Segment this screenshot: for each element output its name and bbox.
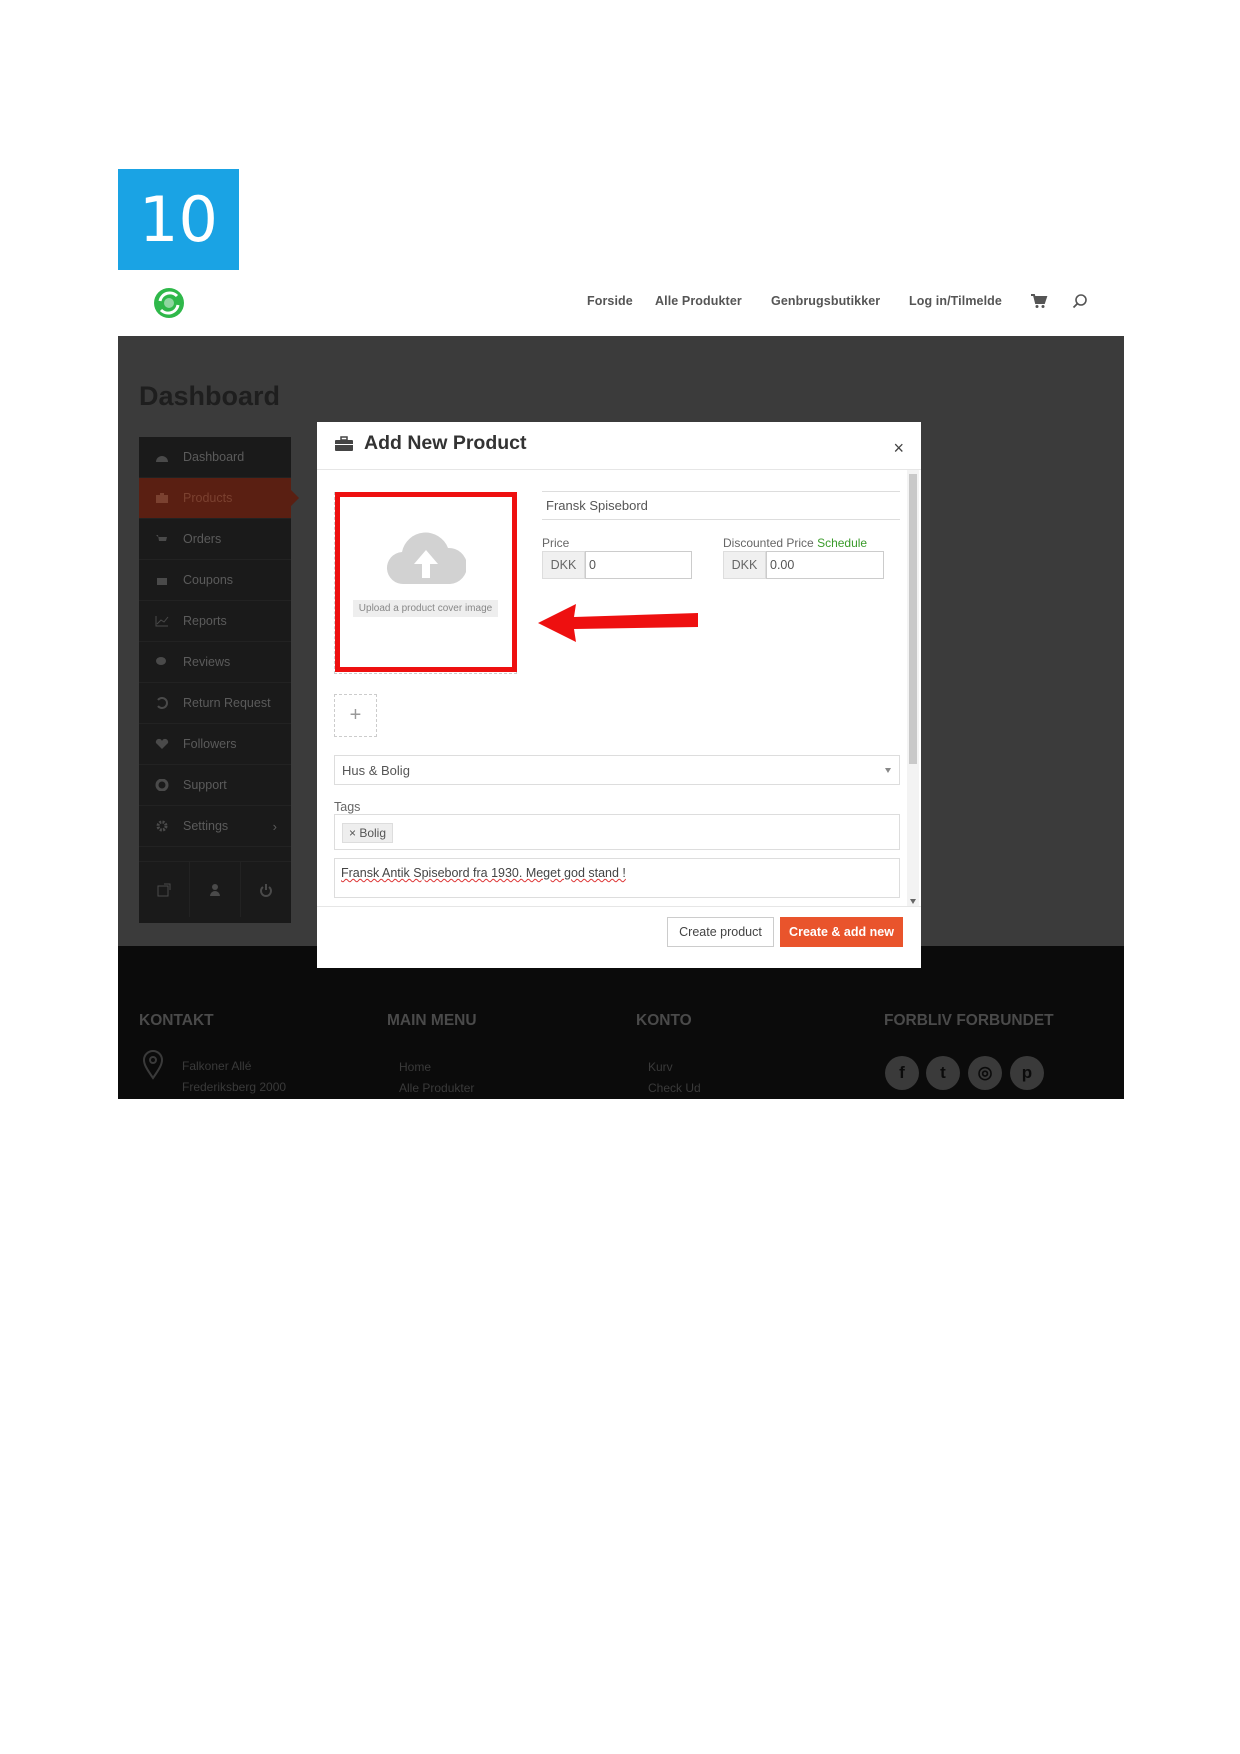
location-pin-icon xyxy=(142,1050,164,1080)
sidebar-item-label: Reports xyxy=(183,614,227,628)
screenshot: Forside Alle Produkter Genbrugsbutikker … xyxy=(118,276,1124,1099)
user-icon[interactable] xyxy=(190,862,241,917)
page: 10 Forside Alle Produkter Genbrugsbutikk… xyxy=(0,0,1240,1754)
site-header: Forside Alle Produkter Genbrugsbutikker … xyxy=(118,276,1124,336)
footer-title-kontakt: KONTAKT xyxy=(139,1012,214,1029)
scrollbar-thumb[interactable] xyxy=(909,474,917,764)
sidebar-item-label: Coupons xyxy=(183,573,234,587)
sidebar-item-support[interactable]: Support xyxy=(139,765,291,806)
search-icon[interactable] xyxy=(1071,292,1089,310)
close-icon[interactable]: × xyxy=(893,438,904,459)
facebook-icon[interactable]: f xyxy=(885,1056,919,1090)
caret-down-icon xyxy=(885,768,891,773)
gear-icon xyxy=(154,820,170,833)
category-selected-value: Hus & Bolig xyxy=(342,763,410,778)
footer-link-alle-produkter[interactable]: Alle Produkter xyxy=(399,1081,474,1095)
footer-address-line-2: Frederiksberg 2000 xyxy=(182,1080,287,1094)
annotation-arrow xyxy=(538,604,698,642)
sidebar-item-label: Reviews xyxy=(183,655,231,669)
modal-footer: Create product Create & add new xyxy=(317,906,921,968)
sidebar-item-orders[interactable]: Orders xyxy=(139,519,291,560)
sidebar-item-label: Settings xyxy=(183,819,229,833)
instagram-icon[interactable]: ◎ xyxy=(968,1056,1002,1090)
heart-icon xyxy=(154,738,170,751)
footer-title-main-menu: MAIN MENU xyxy=(387,1012,477,1029)
sidebar-item-products[interactable]: Products xyxy=(139,478,299,519)
category-select[interactable]: Hus & Bolig xyxy=(334,755,900,785)
dashboard-icon xyxy=(154,451,170,464)
sidebar-item-label: Orders xyxy=(183,532,222,546)
footer-address-line-1: Falkoner Allé xyxy=(182,1059,252,1073)
footer-title-forbliv: FORBLIV FORBUNDET xyxy=(884,1012,1054,1029)
pinterest-icon[interactable]: p xyxy=(1010,1056,1044,1090)
page-title: Dashboard xyxy=(139,381,281,411)
twitter-icon[interactable]: t xyxy=(926,1056,960,1090)
tags-label: Tags xyxy=(334,800,361,814)
nav-genbrugsbutikker[interactable]: Genbrugsbutikker xyxy=(771,294,880,308)
sidebar-item-label: Followers xyxy=(183,737,237,751)
sidebar-item-reports[interactable]: Reports xyxy=(139,601,291,642)
sidebar-item-dashboard[interactable]: Dashboard xyxy=(139,437,291,478)
cart-icon xyxy=(154,533,170,546)
sidebar-item-coupons[interactable]: Coupons xyxy=(139,560,291,601)
gift-icon xyxy=(154,574,170,587)
add-product-modal: Add New Product × Upload a product cover… xyxy=(317,422,921,968)
discount-currency-addon: DKK xyxy=(723,551,766,579)
cart-icon[interactable] xyxy=(1030,292,1048,310)
annotation-highlight-box xyxy=(335,492,517,672)
chevron-right-icon: › xyxy=(272,818,277,834)
site-footer: KONTAKT MAIN MENU KONTO FORBLIV FORBUNDE… xyxy=(118,946,1124,1099)
nav-login[interactable]: Log in/Tilmelde xyxy=(909,294,1002,308)
logo-icon[interactable] xyxy=(150,284,188,322)
price-currency-addon: DKK xyxy=(542,551,585,579)
scroll-down-arrow-icon[interactable] xyxy=(910,899,916,904)
sidebar-item-reviews[interactable]: Reviews xyxy=(139,642,291,683)
discount-label-text: Discounted Price xyxy=(723,536,814,550)
modal-title: Add New Product xyxy=(364,432,527,454)
chart-icon xyxy=(154,615,170,628)
sidebar-item-label: Products xyxy=(183,491,233,505)
briefcase-icon xyxy=(335,436,353,451)
external-link-icon[interactable] xyxy=(139,862,190,917)
sidebar-item-return-request[interactable]: Return Request xyxy=(139,683,291,724)
tags-input[interactable]: × Bolig xyxy=(334,814,900,850)
discount-price-label: Discounted Price Schedule xyxy=(723,536,867,550)
add-gallery-image-button[interactable]: + xyxy=(334,694,377,737)
modal-header: Add New Product × xyxy=(317,422,921,470)
dashboard-sidebar: Dashboard Products Orders Coupons Report… xyxy=(139,437,299,923)
footer-link-check-ud[interactable]: Check Ud xyxy=(648,1081,701,1095)
description-textarea[interactable]: Fransk Antik Spisebord fra 1930. Meget g… xyxy=(334,858,900,898)
create-and-add-new-button[interactable]: Create & add new xyxy=(780,917,903,947)
sidebar-item-settings[interactable]: Settings › xyxy=(139,806,291,847)
power-icon[interactable] xyxy=(241,862,291,917)
sidebar-item-label: Dashboard xyxy=(183,450,245,464)
nav-alle-produkter[interactable]: Alle Produkter xyxy=(655,294,742,308)
tag-chip[interactable]: × Bolig xyxy=(342,823,394,843)
footer-link-home[interactable]: Home xyxy=(399,1060,431,1074)
discount-price-input[interactable]: 0.00 xyxy=(766,551,884,579)
nav-forside[interactable]: Forside xyxy=(587,294,633,308)
create-product-button[interactable]: Create product xyxy=(667,917,774,947)
sidebar-item-label: Support xyxy=(183,778,227,792)
product-title-input[interactable]: Fransk Spisebord xyxy=(542,491,900,520)
sidebar-item-label: Return Request xyxy=(183,696,271,710)
sidebar-footer xyxy=(139,861,291,917)
price-label: Price xyxy=(542,536,570,550)
schedule-link[interactable]: Schedule xyxy=(817,536,867,550)
footer-link-kurv[interactable]: Kurv xyxy=(648,1060,673,1074)
footer-title-konto: KONTO xyxy=(636,1012,692,1029)
step-number-badge: 10 xyxy=(118,169,239,270)
price-input[interactable]: 0 xyxy=(585,551,692,579)
description-text: Fransk Antik Spisebord fra 1930. Meget g… xyxy=(341,866,626,880)
briefcase-icon xyxy=(154,492,170,505)
comments-icon xyxy=(154,656,170,669)
lifebuoy-icon xyxy=(154,779,170,792)
modal-scrollbar[interactable] xyxy=(907,470,919,906)
undo-icon xyxy=(154,697,170,710)
sidebar-item-followers[interactable]: Followers xyxy=(139,724,291,765)
